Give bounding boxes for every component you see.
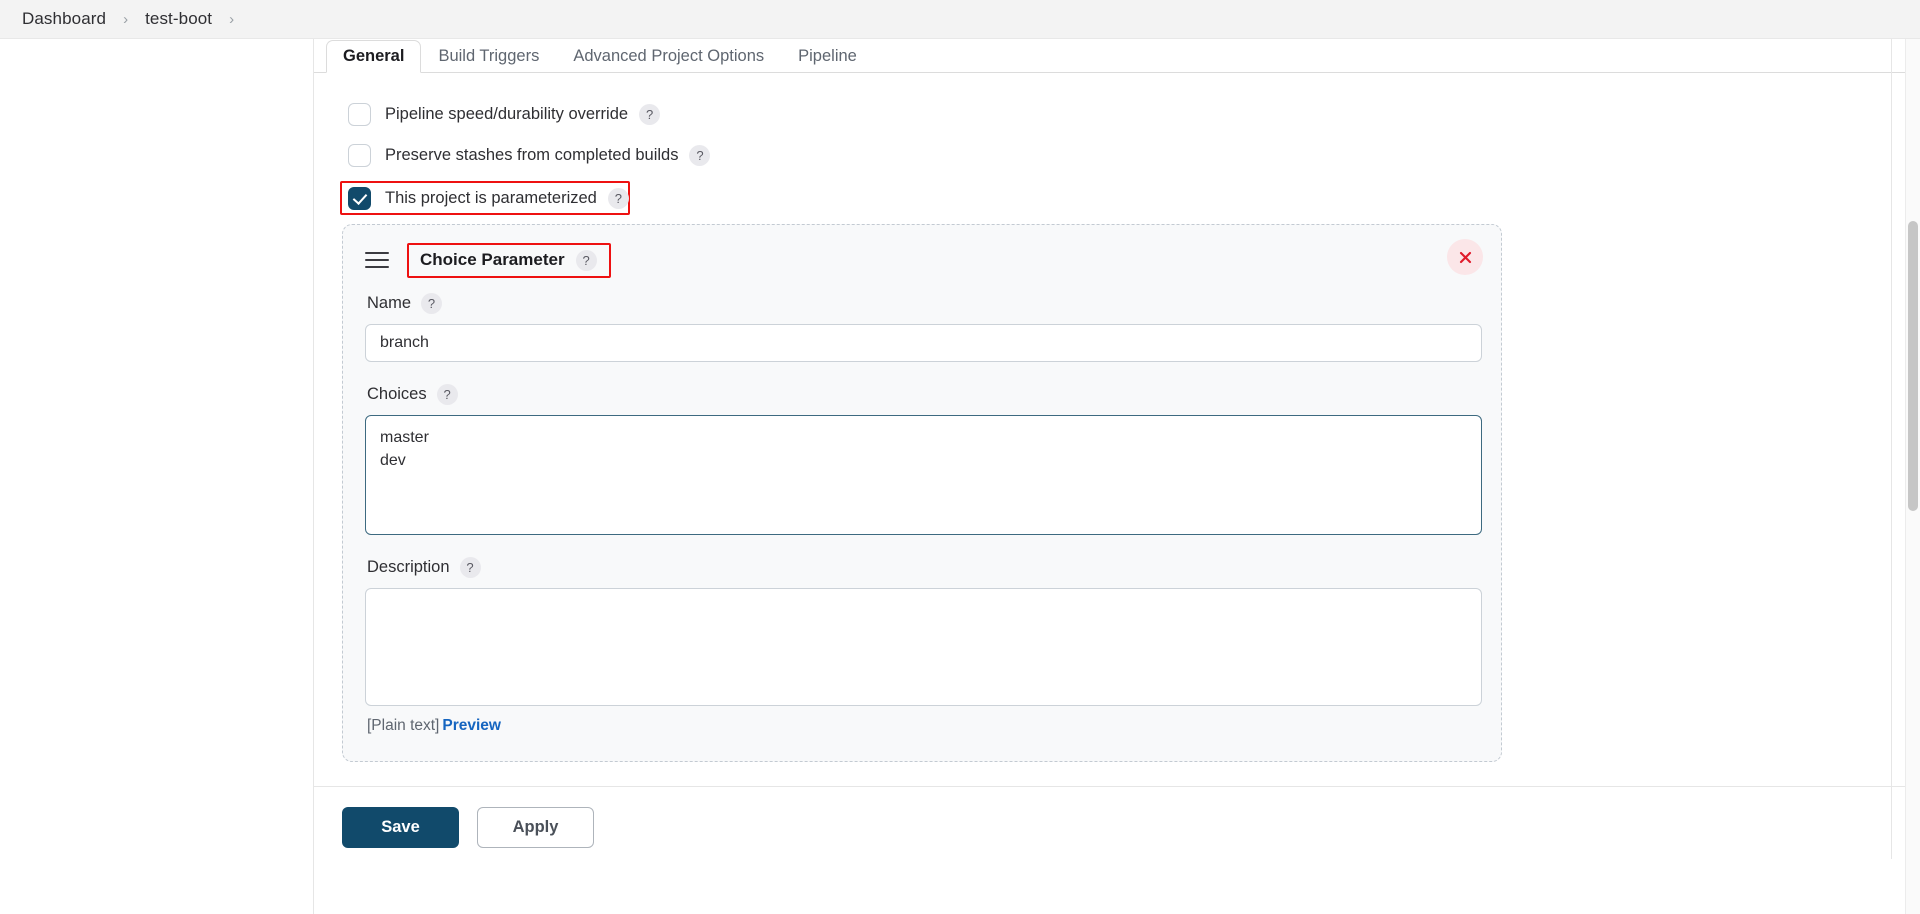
left-gutter: [0, 39, 314, 914]
page-scrollbar-thumb[interactable]: [1908, 221, 1918, 511]
parameter-type-title: Choice Parameter: [420, 250, 565, 269]
help-icon-choice-parameter[interactable]: ?: [575, 249, 597, 271]
tab-general-label: General: [343, 46, 405, 65]
field-label-description-group: Description ?: [367, 557, 1479, 578]
config-content-column: General Build Triggers Advanced Project …: [314, 39, 1920, 914]
breadcrumb-separator-1: ›: [123, 10, 129, 28]
breadcrumb-item-dashboard[interactable]: Dashboard: [22, 9, 106, 29]
tab-pipeline-label: Pipeline: [798, 46, 857, 65]
name-input[interactable]: [365, 324, 1482, 362]
tab-advanced-project-options-label: Advanced Project Options: [573, 46, 765, 65]
form-footer: Save Apply: [314, 786, 1920, 868]
parameter-card-choice: Choice Parameter ? Name ? branch Choices…: [342, 224, 1502, 762]
apply-button[interactable]: Apply: [477, 807, 594, 848]
save-button[interactable]: Save: [342, 807, 459, 848]
help-icon-preserve-stashes[interactable]: ?: [689, 144, 711, 166]
help-icon-pipeline-speed-durability[interactable]: ?: [639, 103, 661, 125]
checkbox-row-preserve-stashes[interactable]: Preserve stashes from completed builds ?: [342, 140, 711, 170]
parameter-card-header: Choice Parameter ?: [365, 242, 1479, 278]
content-right-rail: [1891, 39, 1892, 859]
checkbox-pipeline-speed-durability[interactable]: [348, 102, 371, 126]
help-icon-choices[interactable]: ?: [436, 384, 458, 405]
field-label-choices: Choices: [367, 385, 427, 403]
breadcrumb: Dashboard › test-boot ›: [0, 0, 1920, 39]
choices-textarea[interactable]: [365, 415, 1482, 535]
checkbox-label-pipeline-speed-durability: Pipeline speed/durability override: [385, 104, 629, 123]
checkbox-row-project-is-parameterized[interactable]: This project is parameterized ?: [340, 181, 630, 215]
close-x-glyph: [1459, 251, 1471, 263]
close-x-icon[interactable]: [1447, 239, 1483, 275]
page-scrollbar[interactable]: [1905, 39, 1920, 914]
parameter-title-group: Choice Parameter ?: [407, 242, 611, 278]
preview-link[interactable]: Preview: [442, 717, 501, 734]
page-body: General Build Triggers Advanced Project …: [0, 39, 1920, 914]
checkbox-project-is-parameterized[interactable]: [348, 186, 371, 210]
field-block-name: Name ?: [365, 293, 1482, 362]
field-label-name: Name: [367, 294, 412, 312]
description-textarea[interactable]: [365, 588, 1482, 706]
checkbox-label-project-is-parameterized: This project is parameterized: [385, 188, 597, 207]
breadcrumb-separator-2: ›: [229, 10, 235, 28]
markup-formatter-row: [Plain text] Preview: [367, 717, 1479, 735]
field-block-description: Description ? [Plain text] Preview: [365, 557, 1482, 735]
tab-build-triggers-label: Build Triggers: [438, 46, 540, 65]
help-icon-project-is-parameterized[interactable]: ?: [607, 187, 629, 209]
tab-general[interactable]: General: [326, 39, 422, 73]
checkbox-row-pipeline-speed-durability[interactable]: Pipeline speed/durability override ?: [342, 99, 661, 129]
field-label-choices-group: Choices ?: [367, 384, 1479, 405]
tab-advanced-project-options[interactable]: Advanced Project Options: [556, 40, 781, 73]
tab-pipeline[interactable]: Pipeline: [781, 40, 874, 73]
help-icon-description[interactable]: ?: [459, 557, 481, 578]
markup-formatter-label: [Plain text]: [367, 717, 440, 734]
field-label-description: Description: [367, 558, 450, 576]
help-icon-name[interactable]: ?: [421, 293, 443, 314]
field-block-choices: Choices ?: [365, 384, 1482, 535]
general-settings-form: Pipeline speed/durability override ? Pre…: [314, 73, 1920, 868]
hamburger-drag-icon[interactable]: [365, 252, 389, 268]
breadcrumb-item-test-boot[interactable]: test-boot: [145, 9, 212, 29]
field-label-name-group: Name ?: [367, 293, 1479, 314]
config-tabbar: General Build Triggers Advanced Project …: [314, 39, 1920, 73]
tab-build-triggers[interactable]: Build Triggers: [421, 40, 556, 73]
parameters-list: Choice Parameter ? Name ? branch Choices…: [342, 224, 1502, 762]
checkbox-preserve-stashes[interactable]: [348, 143, 371, 167]
checkbox-label-preserve-stashes: Preserve stashes from completed builds: [385, 145, 679, 164]
